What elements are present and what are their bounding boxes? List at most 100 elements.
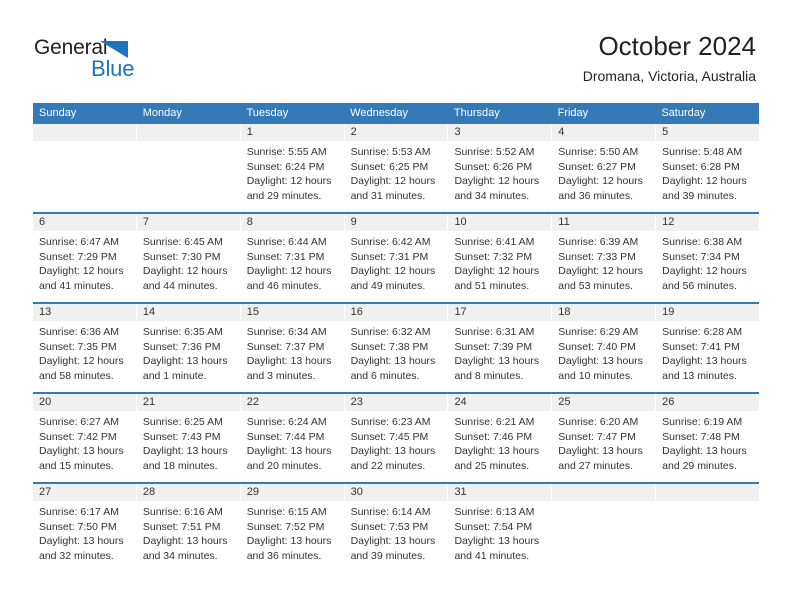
day-number: 24 xyxy=(448,394,552,411)
day-info: Sunrise: 6:19 AM Sunset: 7:48 PM Dayligh… xyxy=(656,411,759,473)
day-cell[interactable]: 1 Sunrise: 5:55 AM Sunset: 6:24 PM Dayli… xyxy=(240,124,345,212)
day-info: Sunrise: 6:24 AM Sunset: 7:44 PM Dayligh… xyxy=(241,411,344,473)
daylight-text: Daylight: 13 hours and 27 minutes. xyxy=(558,445,643,472)
day-cell[interactable]: 8 Sunrise: 6:44 AM Sunset: 7:31 PM Dayli… xyxy=(240,214,345,302)
day-cell[interactable]: 14 Sunrise: 6:35 AM Sunset: 7:36 PM Dayl… xyxy=(136,304,241,392)
day-info: Sunrise: 6:23 AM Sunset: 7:45 PM Dayligh… xyxy=(345,411,448,473)
week-row: 20 Sunrise: 6:27 AM Sunset: 7:42 PM Dayl… xyxy=(33,392,760,482)
day-cell[interactable]: 4 Sunrise: 5:50 AM Sunset: 6:27 PM Dayli… xyxy=(552,124,657,212)
day-cell[interactable]: 10 Sunrise: 6:41 AM Sunset: 7:32 PM Dayl… xyxy=(448,214,553,302)
day-cell[interactable]: 13 Sunrise: 6:36 AM Sunset: 7:35 PM Dayl… xyxy=(33,304,137,392)
sunrise-text: Sunrise: 5:48 AM xyxy=(662,146,743,158)
day-cell[interactable] xyxy=(552,484,657,572)
sunset-text: Sunset: 7:51 PM xyxy=(142,520,221,533)
day-info: Sunrise: 6:34 AM Sunset: 7:37 PM Dayligh… xyxy=(241,321,344,383)
sunset-text: Sunset: 7:38 PM xyxy=(350,340,429,353)
daylight-text: Daylight: 13 hours and 41 minutes. xyxy=(454,535,540,562)
sunrise-text: Sunrise: 6:42 AM xyxy=(350,236,431,248)
day-cell[interactable]: 29 Sunrise: 6:15 AM Sunset: 7:52 PM Dayl… xyxy=(240,484,345,572)
day-number: 25 xyxy=(552,394,656,411)
day-number: 12 xyxy=(656,214,760,231)
day-number: 11 xyxy=(552,214,656,231)
day-cell[interactable]: 16 Sunrise: 6:32 AM Sunset: 7:38 PM Dayl… xyxy=(344,304,449,392)
day-number: 21 xyxy=(136,394,240,411)
day-cell[interactable] xyxy=(33,124,137,212)
day-cell[interactable]: 18 Sunrise: 6:29 AM Sunset: 7:40 PM Dayl… xyxy=(552,304,657,392)
day-cell[interactable]: 7 Sunrise: 6:45 AM Sunset: 7:30 PM Dayli… xyxy=(136,214,241,302)
day-cell[interactable]: 12 Sunrise: 6:38 AM Sunset: 7:34 PM Dayl… xyxy=(656,214,760,302)
sunset-text: Sunset: 7:39 PM xyxy=(454,340,533,353)
daylight-text: Daylight: 13 hours and 25 minutes. xyxy=(454,445,540,472)
day-number: 1 xyxy=(240,124,344,141)
daylight-text: Daylight: 12 hours and 36 minutes. xyxy=(558,175,643,202)
day-cell[interactable]: 6 Sunrise: 6:47 AM Sunset: 7:29 PM Dayli… xyxy=(33,214,137,302)
sunrise-text: Sunrise: 6:20 AM xyxy=(558,416,639,428)
sunset-text: Sunset: 6:26 PM xyxy=(454,160,533,173)
page-title: October 2024 xyxy=(598,31,756,61)
day-cell[interactable]: 30 Sunrise: 6:14 AM Sunset: 7:53 PM Dayl… xyxy=(344,484,449,572)
sunset-text: Sunset: 7:31 PM xyxy=(350,250,429,263)
day-cell[interactable]: 24 Sunrise: 6:21 AM Sunset: 7:46 PM Dayl… xyxy=(448,394,553,482)
day-cell[interactable]: 25 Sunrise: 6:20 AM Sunset: 7:47 PM Dayl… xyxy=(552,394,657,482)
sunset-text: Sunset: 7:34 PM xyxy=(662,250,740,263)
sunset-text: Sunset: 7:52 PM xyxy=(246,520,325,533)
daylight-text: Daylight: 12 hours and 29 minutes. xyxy=(246,175,332,202)
day-cell[interactable]: 15 Sunrise: 6:34 AM Sunset: 7:37 PM Dayl… xyxy=(240,304,345,392)
daylight-text: Daylight: 12 hours and 39 minutes. xyxy=(662,175,747,202)
week-row: 6 Sunrise: 6:47 AM Sunset: 7:29 PM Dayli… xyxy=(33,212,760,302)
daylight-text: Daylight: 12 hours and 34 minutes. xyxy=(454,175,540,202)
sunrise-text: Sunrise: 6:16 AM xyxy=(142,506,223,518)
sunset-text: Sunset: 7:32 PM xyxy=(454,250,533,263)
day-cell[interactable]: 20 Sunrise: 6:27 AM Sunset: 7:42 PM Dayl… xyxy=(33,394,137,482)
weekday-header-wednesday: Wednesday xyxy=(350,107,409,119)
day-number: 7 xyxy=(136,214,240,231)
sunrise-text: Sunrise: 6:36 AM xyxy=(39,326,119,338)
sunrise-text: Sunrise: 6:39 AM xyxy=(558,236,639,248)
day-cell[interactable]: 26 Sunrise: 6:19 AM Sunset: 7:48 PM Dayl… xyxy=(656,394,760,482)
day-info: Sunrise: 6:45 AM Sunset: 7:30 PM Dayligh… xyxy=(137,231,240,293)
day-cell[interactable]: 17 Sunrise: 6:31 AM Sunset: 7:39 PM Dayl… xyxy=(448,304,553,392)
daylight-text: Daylight: 13 hours and 32 minutes. xyxy=(39,535,124,562)
sunrise-text: Sunrise: 6:21 AM xyxy=(454,416,535,428)
day-number: 2 xyxy=(344,124,448,141)
sunrise-text: Sunrise: 6:45 AM xyxy=(142,236,223,248)
weekday-header-thursday: Thursday xyxy=(453,107,500,119)
day-number xyxy=(552,484,656,501)
day-cell[interactable] xyxy=(136,124,241,212)
day-cell[interactable]: 28 Sunrise: 6:16 AM Sunset: 7:51 PM Dayl… xyxy=(136,484,241,572)
day-cell[interactable]: 3 Sunrise: 5:52 AM Sunset: 6:26 PM Dayli… xyxy=(448,124,553,212)
sunrise-text: Sunrise: 5:52 AM xyxy=(454,146,535,158)
daylight-text: Daylight: 13 hours and 15 minutes. xyxy=(39,445,124,472)
sunrise-text: Sunrise: 5:53 AM xyxy=(350,146,431,158)
day-cell[interactable]: 2 Sunrise: 5:53 AM Sunset: 6:25 PM Dayli… xyxy=(344,124,449,212)
day-cell[interactable]: 22 Sunrise: 6:24 AM Sunset: 7:44 PM Dayl… xyxy=(240,394,345,482)
day-cell[interactable]: 21 Sunrise: 6:25 AM Sunset: 7:43 PM Dayl… xyxy=(136,394,241,482)
day-info: Sunrise: 6:20 AM Sunset: 7:47 PM Dayligh… xyxy=(552,411,655,473)
general-blue-logo[interactable]: General Blue xyxy=(34,36,174,82)
sunrise-text: Sunrise: 6:19 AM xyxy=(662,416,743,428)
page-subtitle: Dromana, Victoria, Australia xyxy=(582,68,756,84)
daylight-text: Daylight: 13 hours and 29 minutes. xyxy=(662,445,747,472)
sunrise-text: Sunrise: 6:14 AM xyxy=(350,506,431,518)
day-cell[interactable]: 11 Sunrise: 6:39 AM Sunset: 7:33 PM Dayl… xyxy=(552,214,657,302)
day-cell[interactable]: 9 Sunrise: 6:42 AM Sunset: 7:31 PM Dayli… xyxy=(344,214,449,302)
day-number: 18 xyxy=(552,304,656,321)
day-cell[interactable]: 5 Sunrise: 5:48 AM Sunset: 6:28 PM Dayli… xyxy=(656,124,760,212)
sunrise-text: Sunrise: 6:44 AM xyxy=(246,236,327,248)
day-cell[interactable]: 23 Sunrise: 6:23 AM Sunset: 7:45 PM Dayl… xyxy=(344,394,449,482)
day-cell[interactable]: 27 Sunrise: 6:17 AM Sunset: 7:50 PM Dayl… xyxy=(33,484,137,572)
sunset-text: Sunset: 7:36 PM xyxy=(142,340,221,353)
day-number: 31 xyxy=(448,484,552,501)
day-cell[interactable] xyxy=(656,484,760,572)
daylight-text: Daylight: 13 hours and 1 minute. xyxy=(142,355,228,382)
sunrise-text: Sunrise: 6:24 AM xyxy=(246,416,327,428)
day-info: Sunrise: 6:38 AM Sunset: 7:34 PM Dayligh… xyxy=(656,231,759,293)
daylight-text: Daylight: 12 hours and 41 minutes. xyxy=(39,265,124,292)
day-info: Sunrise: 6:28 AM Sunset: 7:41 PM Dayligh… xyxy=(656,321,759,383)
sunset-text: Sunset: 7:50 PM xyxy=(39,520,117,533)
day-cell[interactable]: 31 Sunrise: 6:13 AM Sunset: 7:54 PM Dayl… xyxy=(448,484,553,572)
sunset-text: Sunset: 7:33 PM xyxy=(558,250,636,263)
day-cell[interactable]: 19 Sunrise: 6:28 AM Sunset: 7:41 PM Dayl… xyxy=(656,304,760,392)
daylight-text: Daylight: 12 hours and 46 minutes. xyxy=(246,265,332,292)
sunset-text: Sunset: 7:45 PM xyxy=(350,430,429,443)
